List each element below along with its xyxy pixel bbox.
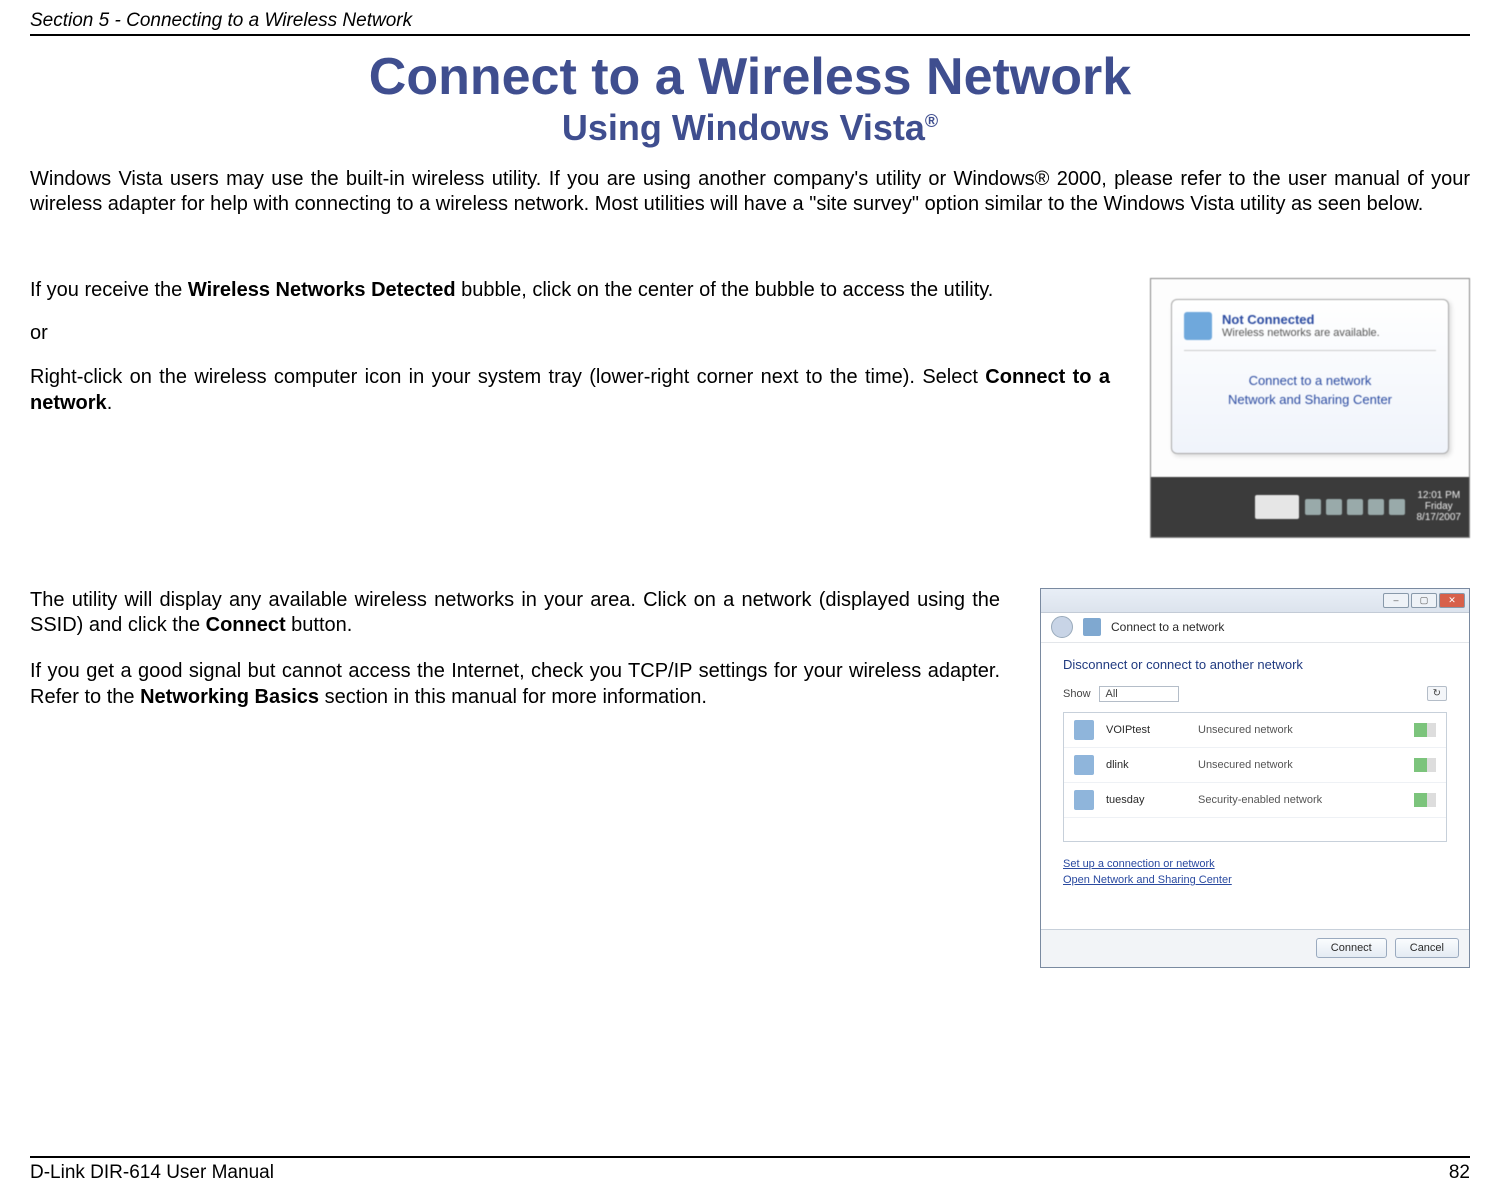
network-status: Unsecured network — [1198, 724, 1402, 736]
network-name: tuesday — [1106, 794, 1186, 806]
minimize-button[interactable]: – — [1383, 593, 1409, 608]
intro-paragraph: Windows Vista users may use the built-in… — [30, 167, 1470, 218]
network-item[interactable]: dlink Unsecured network — [1064, 748, 1446, 783]
tray-icon[interactable] — [1326, 499, 1342, 515]
tooltip-title: Not Connected — [1222, 312, 1380, 327]
instruction-paragraph-2: Right-click on the wireless computer ico… — [30, 365, 1110, 416]
page-subtitle: Using Windows Vista® — [30, 107, 1470, 149]
divider-top — [30, 34, 1470, 36]
subtitle-text: Using Windows Vista — [562, 107, 925, 148]
tray-day-text: Friday — [1417, 501, 1462, 512]
tray-clock[interactable]: 12:01 PM Friday 8/17/2007 — [1417, 490, 1462, 523]
signal-bars-icon — [1414, 758, 1436, 772]
text-segment: The utility will display any available w… — [30, 589, 1000, 637]
text-segment: . — [107, 392, 113, 414]
refresh-button[interactable]: ↻ — [1427, 686, 1447, 701]
tooltip-title-group: Not Connected Wireless networks are avai… — [1222, 312, 1380, 339]
tray-time-text: 12:01 PM — [1417, 490, 1462, 501]
taskbar: 12:01 PM Friday 8/17/2007 — [1151, 477, 1469, 537]
bold-text: Wireless Networks Detected — [188, 279, 456, 301]
text-segment: button. — [286, 614, 353, 636]
tooltip-bubble[interactable]: Not Connected Wireless networks are avai… — [1171, 299, 1449, 454]
network-icon — [1184, 312, 1212, 340]
registered-symbol: ® — [925, 111, 938, 131]
text-segment: section in this manual for more informat… — [319, 686, 707, 708]
wifi-icon — [1074, 720, 1094, 740]
screenshot-tray-tooltip: Not Connected Wireless networks are avai… — [1150, 278, 1470, 538]
tray-volume-icon[interactable] — [1389, 499, 1405, 515]
bold-text: Networking Basics — [140, 686, 319, 708]
network-name: VOIPtest — [1106, 724, 1186, 736]
dialog-nav-title: Connect to a network — [1111, 620, 1224, 634]
setup-connection-link[interactable]: Set up a connection or network — [1063, 856, 1447, 873]
tooltip-link-sharing[interactable]: Network and Sharing Center — [1184, 390, 1436, 410]
connect-button[interactable]: Connect — [1316, 938, 1387, 958]
wifi-icon — [1074, 755, 1094, 775]
tray-icon[interactable] — [1347, 499, 1363, 515]
section-header: Section 5 - Connecting to a Wireless Net… — [30, 10, 1470, 32]
show-dropdown[interactable]: All — [1099, 686, 1179, 702]
dialog-body-title: Disconnect or connect to another network — [1063, 657, 1447, 672]
instruction-paragraph-1: If you receive the Wireless Networks Det… — [30, 278, 1110, 304]
tooltip-subtitle: Wireless networks are available. — [1222, 327, 1380, 339]
signal-bars-icon — [1414, 723, 1436, 737]
footer-manual-name: D-Link DIR-614 User Manual — [30, 1162, 274, 1184]
wifi-icon — [1074, 790, 1094, 810]
signal-bars-icon — [1414, 793, 1436, 807]
network-name: dlink — [1106, 759, 1186, 771]
divider-bottom — [30, 1156, 1470, 1158]
dialog-nav: Connect to a network — [1041, 613, 1469, 643]
back-button[interactable] — [1051, 616, 1073, 638]
network-status: Security-enabled network — [1198, 794, 1402, 806]
close-button[interactable]: ✕ — [1439, 593, 1465, 608]
tray-icon[interactable] — [1305, 499, 1321, 515]
dialog-titlebar: – ▢ ✕ — [1041, 589, 1469, 613]
instruction-paragraph-4: If you get a good signal but cannot acce… — [30, 659, 1000, 710]
bold-text: Connect — [206, 614, 286, 636]
or-separator: or — [30, 321, 1110, 347]
network-list: VOIPtest Unsecured network dlink Unsecur… — [1063, 712, 1447, 842]
footer-page-number: 82 — [1449, 1162, 1470, 1184]
tray-icon-group — [1305, 499, 1405, 515]
tray-network-icon[interactable] — [1368, 499, 1384, 515]
network-item[interactable]: VOIPtest Unsecured network — [1064, 713, 1446, 748]
network-icon — [1083, 618, 1101, 636]
dialog-footer: Connect Cancel — [1041, 929, 1469, 967]
page-title: Connect to a Wireless Network — [30, 50, 1470, 105]
tooltip-link-connect[interactable]: Connect to a network — [1184, 371, 1436, 391]
connect-dialog: – ▢ ✕ Connect to a network Disconnect or… — [1040, 588, 1470, 968]
open-sharing-center-link[interactable]: Open Network and Sharing Center — [1063, 872, 1447, 889]
cancel-button[interactable]: Cancel — [1395, 938, 1459, 958]
text-segment: bubble, click on the center of the bubbl… — [456, 279, 994, 301]
instruction-paragraph-3: The utility will display any available w… — [30, 588, 1000, 639]
network-item[interactable]: tuesday Security-enabled network — [1064, 783, 1446, 818]
tray-date-text: 8/17/2007 — [1417, 512, 1462, 523]
network-status: Unsecured network — [1198, 759, 1402, 771]
text-segment: Right-click on the wireless computer ico… — [30, 366, 985, 388]
show-label: Show — [1063, 688, 1091, 700]
tray-language-box[interactable] — [1255, 495, 1299, 519]
maximize-button[interactable]: ▢ — [1411, 593, 1437, 608]
text-segment: If you receive the — [30, 279, 188, 301]
